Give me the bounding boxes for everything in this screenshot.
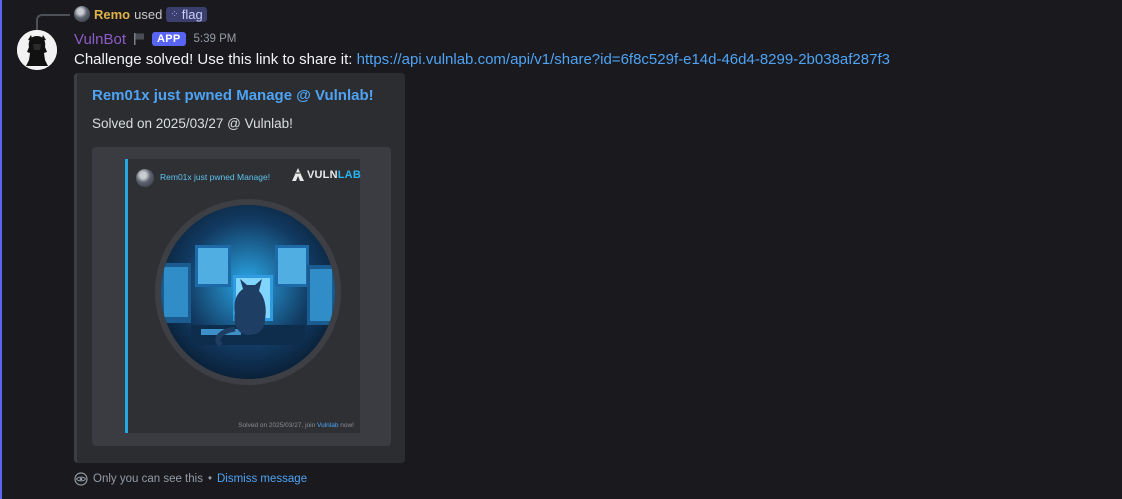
- card-footer-suffix: now!: [338, 422, 354, 429]
- embed-image[interactable]: Rem01x just pwned Manage! VULNLAB Solved…: [92, 147, 391, 446]
- message-header: VulnBot APP 5:39 PM: [74, 29, 236, 49]
- reply-connector: [36, 14, 70, 30]
- embed-description: Solved on 2025/03/27 @ Vulnlab!: [92, 116, 293, 131]
- ephemeral-text: Only you can see this: [93, 473, 203, 485]
- reply-username[interactable]: Remo: [94, 7, 130, 22]
- vulnlab-logo: VULNLAB: [291, 168, 361, 182]
- cat-at-monitors-image: [161, 205, 335, 379]
- bot-avatar[interactable]: [17, 30, 57, 70]
- ephemeral-separator: •: [207, 473, 212, 485]
- reply-avatar[interactable]: [74, 6, 90, 22]
- message-text: Challenge solved! Use this link to share…: [74, 51, 357, 68]
- reply-used-label: used: [134, 6, 163, 22]
- card-footer: Solved on 2025/03/27, join Vulnlab now!: [238, 422, 354, 429]
- app-badge: APP: [151, 32, 186, 46]
- share-link[interactable]: https://api.vulnlab.com/api/v1/share?id=…: [357, 51, 890, 68]
- message-content: Challenge solved! Use this link to share…: [74, 51, 890, 68]
- slash-command-name: flag: [181, 6, 203, 22]
- logo-suffix: LAB: [337, 169, 361, 181]
- logo-prefix: VULN: [307, 169, 338, 181]
- dismiss-message-link[interactable]: Dismiss message: [217, 473, 307, 485]
- slash-command[interactable]: ⁘ flag: [166, 6, 207, 22]
- reply-context[interactable]: Remo used ⁘ flag: [74, 5, 207, 23]
- card-avatar: [136, 169, 154, 187]
- eye-icon: [74, 472, 88, 486]
- embed-title[interactable]: Rem01x just pwned Manage @ Vulnlab!: [92, 87, 374, 104]
- author-name[interactable]: VulnBot: [74, 31, 126, 48]
- message-embed: Rem01x just pwned Manage @ Vulnlab! Solv…: [74, 73, 405, 463]
- card-title: Rem01x just pwned Manage!: [160, 172, 271, 182]
- vulnlab-logo-icon: [292, 168, 304, 181]
- card-footer-prefix: Solved on 2025/03/27, join: [238, 422, 317, 429]
- message-timestamp[interactable]: 5:39 PM: [194, 33, 237, 45]
- cat-hacker-illustration: [155, 199, 341, 385]
- chat-message: Remo used ⁘ flag VulnBot APP 5:39 PM Cha…: [0, 0, 1122, 499]
- card-footer-link: Vulnlab: [317, 422, 339, 429]
- ephemeral-notice: Only you can see this • Dismiss message: [74, 472, 307, 486]
- slash-command-icon: ⁘: [170, 8, 179, 20]
- flag-icon: [133, 33, 144, 45]
- hacker-silhouette-icon: [17, 30, 57, 70]
- share-card: Rem01x just pwned Manage! VULNLAB Solved…: [125, 159, 361, 433]
